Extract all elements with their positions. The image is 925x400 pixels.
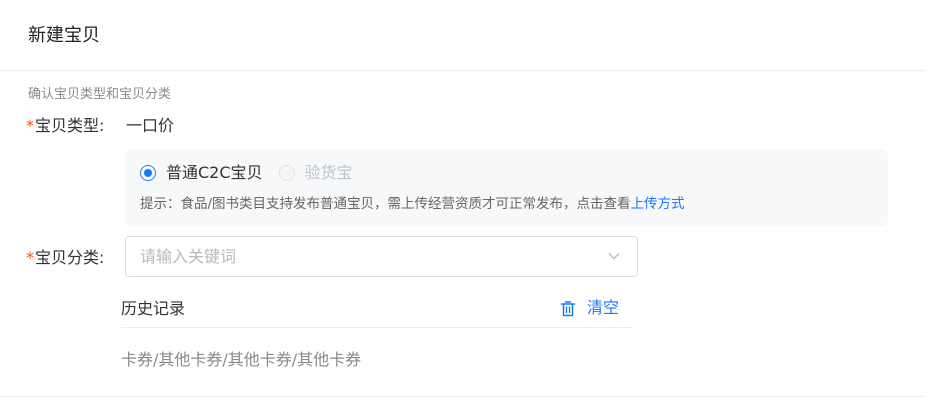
item-type-tip: 提示：食品/图书类目支持发布普通宝贝，需上传经营资质才可正常发布，点击查看上传方… (140, 195, 685, 213)
item-type-label-text: 宝贝类型: (35, 116, 105, 135)
history-item[interactable]: 卡券/其他卡券/其他卡券/其他卡券 (121, 349, 361, 371)
history-title: 历史记录 (121, 299, 186, 318)
clear-history-label[interactable]: 清空 (587, 297, 619, 319)
item-type-radio-group: 普通C2C宝贝 验货宝 (140, 161, 369, 185)
page-header: 新建宝贝 (0, 0, 925, 71)
item-type-options-panel: 普通C2C宝贝 验货宝 提示：食品/图书类目支持发布普通宝贝，需上传经营资质才可… (125, 149, 888, 226)
category-label-text: 宝贝分类: (35, 248, 105, 267)
trash-icon[interactable] (560, 300, 576, 317)
item-type-label: *宝贝类型: (26, 115, 104, 137)
radio-normal-c2c[interactable]: 普通C2C宝贝 (140, 162, 263, 184)
radio-inspection: 验货宝 (278, 162, 353, 184)
category-label: *宝贝分类: (26, 247, 104, 269)
radio-normal-c2c-label[interactable]: 普通C2C宝贝 (166, 162, 263, 184)
radio-checked-icon[interactable] (140, 165, 156, 181)
chevron-down-icon[interactable] (608, 250, 620, 262)
required-mark: * (26, 248, 34, 267)
item-type-value: 一口价 (126, 116, 175, 135)
radio-inspection-label: 验货宝 (304, 163, 353, 182)
bottom-divider (0, 396, 925, 397)
category-search-input[interactable] (140, 246, 580, 268)
item-type-tip-text: 提示：食品/图书类目支持发布普通宝贝，需上传经营资质才可正常发布，点击查看 (140, 196, 631, 212)
clear-history-button[interactable]: 清空 (560, 297, 619, 319)
required-mark: * (26, 116, 34, 135)
category-select[interactable] (125, 236, 638, 277)
section-hint: 确认宝贝类型和宝贝分类 (28, 87, 172, 102)
upload-method-link[interactable]: 上传方式 (631, 196, 685, 212)
page-title: 新建宝贝 (28, 25, 100, 46)
history-divider (121, 327, 633, 328)
radio-disabled-icon (278, 165, 295, 181)
